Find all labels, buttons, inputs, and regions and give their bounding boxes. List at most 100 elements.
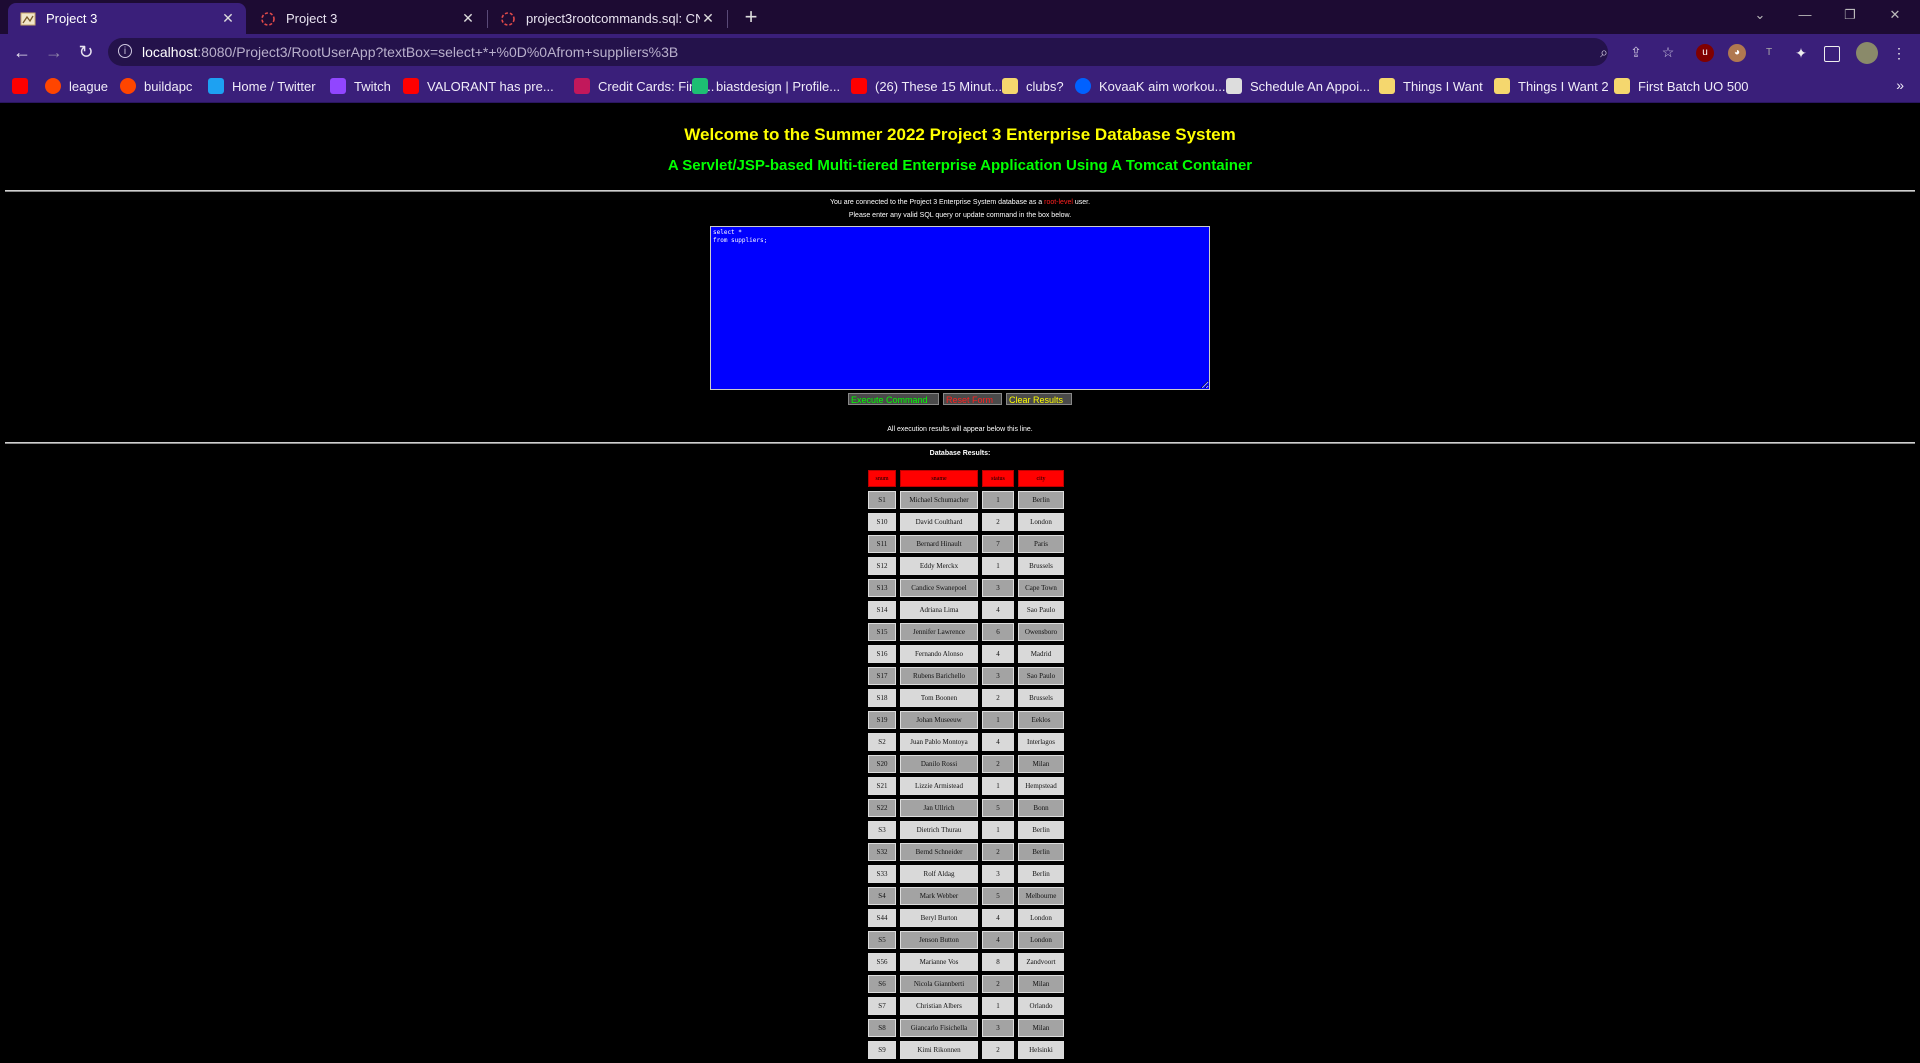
- bookmark-star-icon[interactable]: ☆: [1660, 44, 1676, 60]
- cell-status: 1: [982, 711, 1014, 729]
- menu-kebab-icon[interactable]: ⋮: [1890, 44, 1908, 62]
- cell-city: Bonn: [1018, 799, 1064, 817]
- cell-sname: Rolf Aldag: [900, 865, 978, 883]
- bookmark-item[interactable]: biastdesign | Profile...: [692, 77, 840, 95]
- side-panel-icon[interactable]: [1824, 46, 1840, 62]
- restore-icon[interactable]: ❐: [1830, 2, 1870, 28]
- cell-snum: S18: [868, 689, 896, 707]
- loading-spinner-icon: [500, 11, 516, 27]
- clear-results-button[interactable]: Clear Results: [1006, 393, 1072, 405]
- profile-avatar[interactable]: [1856, 42, 1878, 64]
- cell-city: Paris: [1018, 535, 1064, 553]
- cell-sname: Christian Albers: [900, 997, 978, 1015]
- cell-status: 5: [982, 799, 1014, 817]
- bookmark-item[interactable]: clubs?: [1002, 77, 1064, 95]
- bookmark-item[interactable]: (26) These 15 Minut...: [851, 77, 1002, 95]
- bookmarks-overflow-icon[interactable]: »: [1896, 77, 1904, 93]
- address-bar[interactable]: i localhost:8080/Project3/RootUserApp?te…: [108, 38, 1674, 66]
- table-row: S8 Giancarlo Fisichella 3 Milan: [868, 1019, 1064, 1037]
- cell-snum: S56: [868, 953, 896, 971]
- cell-snum: S16: [868, 645, 896, 663]
- reset-form-button[interactable]: Reset Form: [943, 393, 1002, 405]
- cell-city: Milan: [1018, 1019, 1064, 1037]
- bookmark-item[interactable]: Schedule An Appoi...: [1226, 77, 1370, 95]
- table-row: S1 Michael Schumacher 1 Berlin: [868, 491, 1064, 509]
- tab-sql-file[interactable]: project3rootcommands.sql: CNT4 ✕: [488, 3, 726, 34]
- cell-sname: Nicola Giannberti: [900, 975, 978, 993]
- close-tab-icon[interactable]: ✕: [220, 10, 236, 27]
- cell-status: 2: [982, 689, 1014, 707]
- sql-query-input[interactable]: [710, 226, 1210, 390]
- cell-city: Orlando: [1018, 997, 1064, 1015]
- cell-status: 1: [982, 997, 1014, 1015]
- cell-snum: S14: [868, 601, 896, 619]
- tab-search-icon[interactable]: ⌄: [1740, 2, 1780, 28]
- cell-city: Owensboro: [1018, 623, 1064, 641]
- bookmark-label: Home / Twitter: [232, 78, 316, 94]
- youtube-icon: [12, 78, 28, 94]
- cell-status: 3: [982, 667, 1014, 685]
- cell-city: Berlin: [1018, 843, 1064, 861]
- cell-sname: Eddy Merckx: [900, 557, 978, 575]
- tab-strip: Project 3 ✕ Project 3 ✕ project3rootcomm…: [0, 0, 1920, 34]
- cell-status: 2: [982, 843, 1014, 861]
- table-row: S19 Johan Museeuw 1 Eeklos: [868, 711, 1064, 729]
- zoom-icon[interactable]: ⌕: [1596, 44, 1612, 60]
- site-info-icon[interactable]: i: [118, 44, 132, 58]
- execute-command-button[interactable]: Execute Command: [848, 393, 939, 405]
- cell-snum: S20: [868, 755, 896, 773]
- folder-icon: [1614, 78, 1630, 94]
- back-icon[interactable]: ←: [10, 40, 34, 64]
- extensions-puzzle-icon[interactable]: ✦: [1792, 44, 1810, 62]
- cell-snum: S6: [868, 975, 896, 993]
- table-row: S12 Eddy Merckx 1 Brussels: [868, 557, 1064, 575]
- cell-city: Melbourne: [1018, 887, 1064, 905]
- cell-status: 1: [982, 821, 1014, 839]
- bookmark-item[interactable]: First Batch UO 500: [1614, 77, 1749, 95]
- table-row: S5 Jenson Button 4 London: [868, 931, 1064, 949]
- folder-icon: [1494, 78, 1510, 94]
- extension-face-icon[interactable]: ◕: [1728, 44, 1746, 62]
- cell-snum: S3: [868, 821, 896, 839]
- cell-sname: Danilo Rossi: [900, 755, 978, 773]
- forward-icon[interactable]: →: [42, 40, 66, 64]
- cell-status: 4: [982, 733, 1014, 751]
- bookmark-label: First Batch UO 500: [1638, 78, 1749, 94]
- table-row: S11 Bernard Hinault 7 Paris: [868, 535, 1064, 553]
- reload-icon[interactable]: ↻: [74, 40, 98, 64]
- reddit-icon: [45, 78, 61, 94]
- ublock-icon[interactable]: u: [1696, 44, 1714, 62]
- bookmark-item[interactable]: Things I Want: [1379, 77, 1483, 95]
- bookmark-item[interactable]: Twitch: [330, 77, 391, 95]
- close-tab-icon[interactable]: ✕: [460, 10, 476, 27]
- tab-title: Project 3: [286, 11, 338, 26]
- cell-snum: S33: [868, 865, 896, 883]
- folder-icon: [1379, 78, 1395, 94]
- table-row: S44 Beryl Burton 4 London: [868, 909, 1064, 927]
- bookmark-item[interactable]: Home / Twitter: [208, 77, 316, 95]
- share-icon[interactable]: ⇪: [1628, 44, 1644, 60]
- tab-project3-active[interactable]: Project 3 ✕: [8, 3, 246, 34]
- page-title: Welcome to the Summer 2022 Project 3 Ent…: [684, 125, 1236, 144]
- bookmark-item[interactable]: league: [45, 77, 108, 95]
- bookmark-item[interactable]: [12, 77, 36, 95]
- new-tab-button[interactable]: +: [737, 4, 765, 30]
- cell-sname: Candice Swanepoel: [900, 579, 978, 597]
- close-tab-icon[interactable]: ✕: [700, 10, 716, 27]
- bookmark-item[interactable]: buildapc: [120, 77, 192, 95]
- minimize-icon[interactable]: —: [1785, 2, 1825, 28]
- cell-city: London: [1018, 513, 1064, 531]
- bookmark-label: Twitch: [354, 78, 391, 94]
- bookmark-label: (26) These 15 Minut...: [875, 78, 1002, 94]
- translate-extension-icon[interactable]: T: [1760, 44, 1778, 62]
- bookmark-item[interactable]: VALORANT has pre...: [403, 77, 554, 95]
- bookmark-item[interactable]: Things I Want 2: [1494, 77, 1609, 95]
- tab-project3[interactable]: Project 3 ✕: [248, 3, 486, 34]
- cell-city: Sao Paulo: [1018, 601, 1064, 619]
- bookmark-item[interactable]: KovaaK aim workou...: [1075, 77, 1225, 95]
- cell-sname: Tom Boonen: [900, 689, 978, 707]
- browser-toolbar: ← → ↻ i localhost:8080/Project3/RootUser…: [0, 34, 1920, 70]
- cell-sname: Marianne Vos: [900, 953, 978, 971]
- close-window-icon[interactable]: ✕: [1875, 2, 1915, 28]
- table-row: S3 Dietrich Thurau 1 Berlin: [868, 821, 1064, 839]
